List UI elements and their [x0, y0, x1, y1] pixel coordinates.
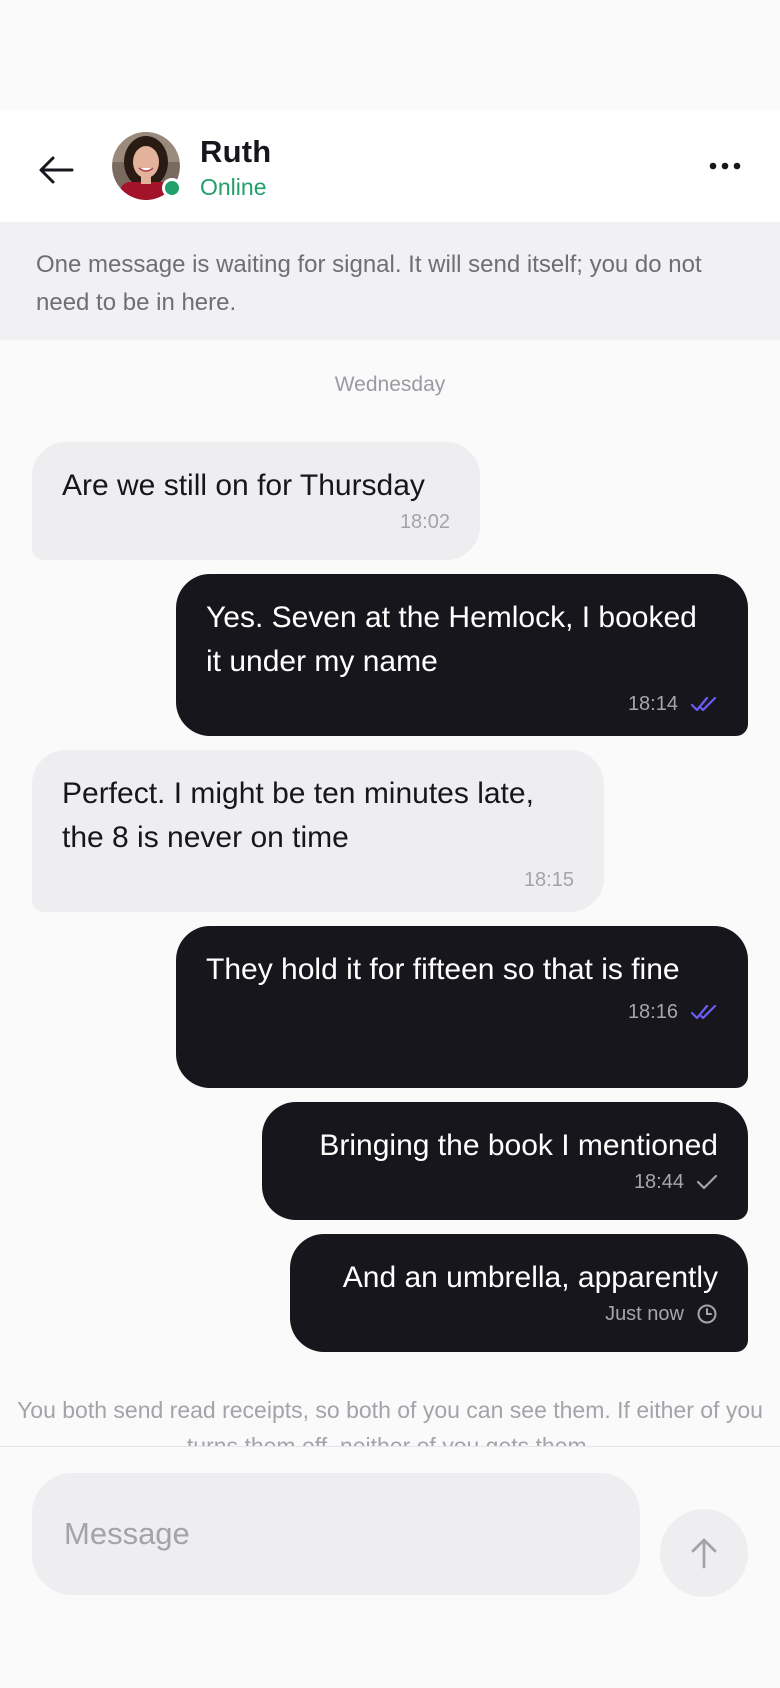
message-text: Are we still on for Thursday [62, 469, 425, 502]
online-indicator [162, 178, 182, 198]
double-check-read-icon [690, 696, 718, 712]
message-time: 18:44 [633, 1170, 684, 1193]
arrow-left-icon [39, 156, 74, 184]
message-text: Perfect. I might be ten minutes late, th… [62, 777, 534, 854]
message-text: Yes. Seven at the Hemlock, I booked it u… [206, 601, 697, 678]
arrow-up-icon [691, 1538, 717, 1569]
day-separator: Wednesday [334, 373, 446, 396]
message-text: Bringing the book I mentioned [319, 1129, 718, 1162]
more-options-button[interactable] [700, 146, 750, 186]
contact-name[interactable]: Ruth [200, 134, 271, 170]
contact-status: Online [200, 174, 267, 200]
read-receipts-note: You both send read receipts, so both of … [17, 1397, 763, 1446]
message-bubble-outgoing-pending[interactable]: And an umbrella, apparently Just now [290, 1234, 748, 1352]
message-time: 18:02 [399, 510, 450, 533]
chat-screen: Ruth Online One message is waiting for s… [0, 0, 780, 1688]
message-time: 18:16 [627, 1000, 678, 1023]
message-bubble-outgoing[interactable]: Yes. Seven at the Hemlock, I booked it u… [176, 574, 748, 736]
clock-pending-icon [696, 1303, 718, 1325]
double-check-read-icon [690, 1004, 718, 1020]
message-text: And an umbrella, apparently [342, 1261, 718, 1294]
more-horizontal-icon [709, 162, 741, 170]
pending-message-banner: One message is waiting for signal. It wi… [0, 222, 780, 340]
message-time: Just now [605, 1302, 684, 1325]
message-bubble-incoming[interactable]: Perfect. I might be ten minutes late, th… [32, 750, 604, 912]
chat-header: Ruth Online [0, 110, 780, 222]
message-bubble-outgoing[interactable]: Bringing the book I mentioned 18:44 [262, 1102, 748, 1220]
message-text: They hold it for fifteen so that is fine [206, 953, 680, 986]
send-button[interactable] [660, 1509, 748, 1597]
message-time: 18:15 [523, 868, 574, 891]
message-composer [0, 1447, 780, 1688]
message-bubble-outgoing[interactable]: They hold it for fifteen so that is fine… [176, 926, 748, 1088]
message-input[interactable] [32, 1473, 640, 1595]
avatar[interactable] [112, 132, 182, 200]
message-time: 18:14 [627, 692, 678, 715]
back-button[interactable] [32, 146, 80, 194]
message-bubble-incoming[interactable]: Are we still on for Thursday 18:02 [32, 442, 480, 560]
banner-text: One message is waiting for signal. It wi… [36, 251, 702, 316]
single-check-icon [696, 1174, 718, 1190]
